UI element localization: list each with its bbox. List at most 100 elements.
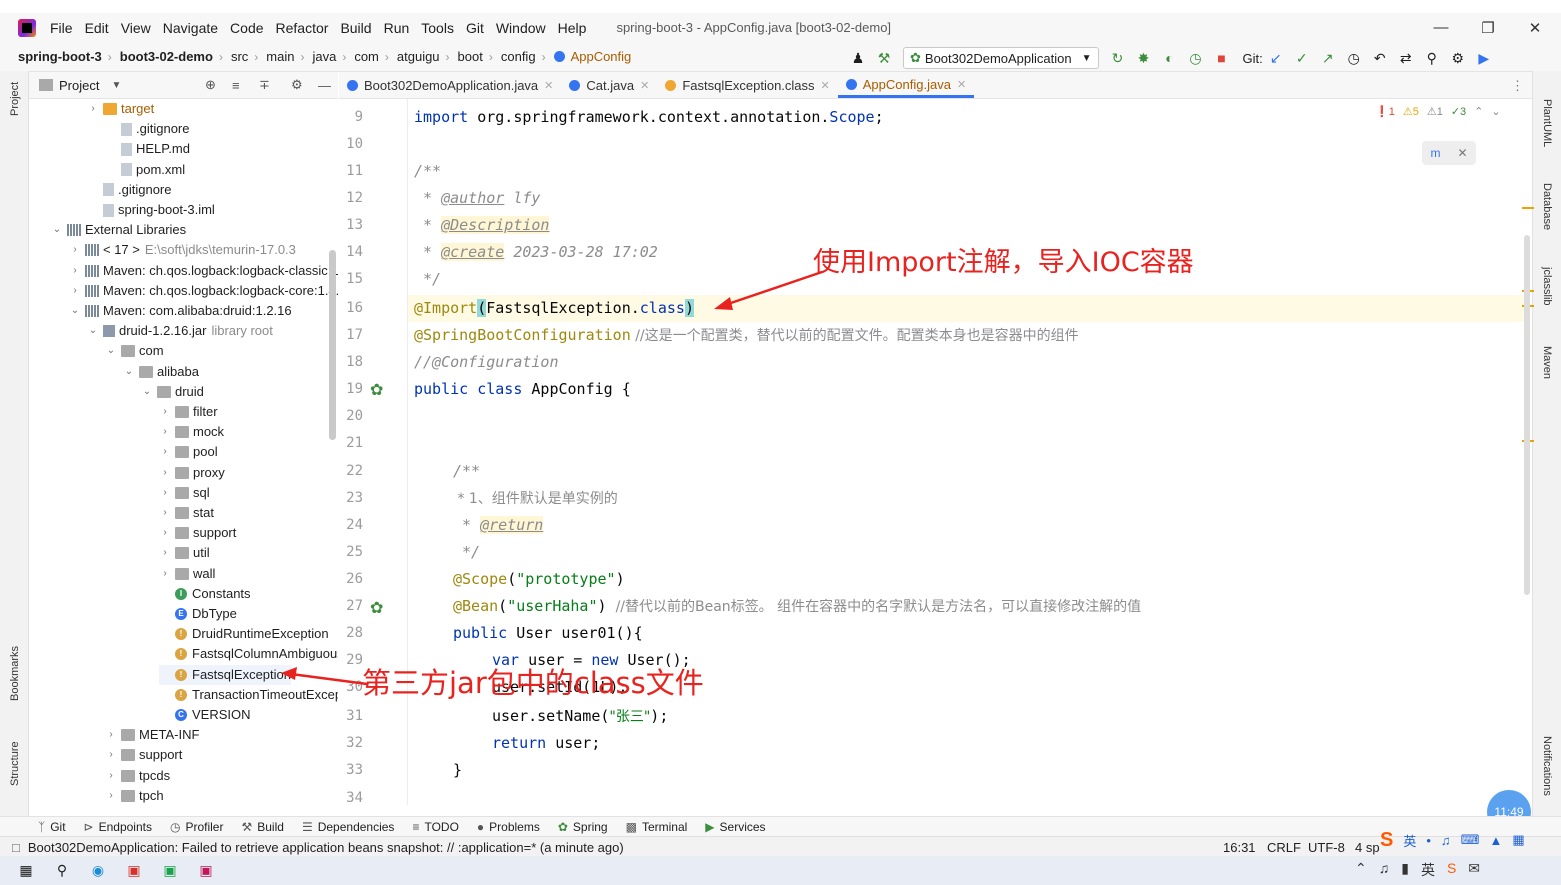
plugin-icon[interactable]: ▶	[1476, 50, 1492, 66]
skin-icon[interactable]: ▲	[1489, 833, 1502, 848]
settings-icon[interactable]: ⚙	[1450, 50, 1466, 66]
spring-bean-gutter-icon[interactable]: ✿	[370, 598, 383, 618]
endpoints-tool-button[interactable]: ⊳ Endpoints	[84, 820, 152, 834]
breadcrumb-config[interactable]: config ›	[501, 49, 546, 64]
more-tabs-icon[interactable]: ⋮	[1511, 78, 1524, 94]
chevron-right-icon[interactable]: ›	[87, 99, 99, 119]
breadcrumb-boot[interactable]: boot ›	[458, 49, 493, 64]
tree-item[interactable]: HELP.md	[105, 139, 190, 159]
close-tab-icon[interactable]: ✕	[544, 79, 553, 92]
project-tool-button[interactable]: Project	[9, 82, 21, 116]
tray-chevron-up-icon[interactable]: ⌃	[1355, 860, 1367, 880]
line-number[interactable]: 33	[339, 762, 363, 778]
search-icon[interactable]: ⚲	[52, 861, 72, 881]
grid-icon[interactable]: ▦	[1512, 832, 1524, 848]
line-number[interactable]: 11	[339, 163, 363, 179]
tree-item[interactable]: › util	[159, 543, 209, 563]
line-number[interactable]: 14	[339, 244, 363, 260]
project-panel-title[interactable]: Project	[59, 78, 99, 93]
tree-item[interactable]: › tpch	[105, 786, 163, 805]
line-number[interactable]: 24	[339, 517, 363, 533]
breadcrumb-src[interactable]: src ›	[231, 49, 258, 64]
menu-navigate[interactable]: Navigate	[163, 20, 218, 36]
breadcrumb-main[interactable]: main ›	[266, 49, 304, 64]
todo-tool-button[interactable]: ≡ TODO	[412, 820, 458, 834]
chevron-right-icon[interactable]: ›	[105, 725, 117, 745]
menu-tools[interactable]: Tools	[421, 20, 454, 36]
chevron-right-icon[interactable]: ›	[159, 543, 171, 563]
chevron-down-icon[interactable]: ⌄	[141, 382, 153, 402]
line-number[interactable]: 10	[339, 136, 363, 152]
tree-item[interactable]: .gitignore	[87, 180, 171, 200]
rollback-icon[interactable]: ↶	[1372, 50, 1388, 66]
chevron-right-icon[interactable]: ›	[69, 240, 81, 260]
restore-icon[interactable]: ❐	[1465, 13, 1511, 42]
line-number[interactable]: 27	[339, 598, 363, 614]
status-window-icon[interactable]: □	[12, 840, 20, 855]
microphone-icon[interactable]: ♫	[1441, 833, 1451, 848]
file-encoding[interactable]: UTF-8	[1308, 840, 1345, 855]
windows-start-icon[interactable]: ▦	[16, 861, 36, 881]
close-tab-icon[interactable]: ✕	[821, 79, 830, 92]
line-number[interactable]: 19	[339, 381, 363, 397]
close-tab-icon[interactable]: ✕	[640, 79, 649, 92]
tree-item[interactable]: › support	[159, 523, 236, 543]
tree-item[interactable]: ⌄ alibaba	[123, 362, 199, 382]
git-push-icon[interactable]: ↗	[1320, 50, 1336, 66]
breadcrumb-atguigu[interactable]: atguigu ›	[397, 49, 450, 64]
line-number[interactable]: 23	[339, 490, 363, 506]
intellij-taskbar-icon[interactable]: ▣	[196, 861, 216, 881]
tree-item[interactable]: ⌄ druid-1.2.16.jar library root	[87, 321, 273, 341]
tray-battery-icon[interactable]: ▮	[1401, 860, 1409, 880]
chevron-right-icon[interactable]: ›	[159, 422, 171, 442]
tree-item[interactable]: ⌄ com	[105, 341, 164, 361]
tree-item[interactable]: › META-INF	[105, 725, 199, 745]
profiler-tool-button[interactable]: ◷ Profiler	[170, 820, 224, 834]
indent-setting[interactable]: 4 sp	[1355, 840, 1380, 855]
menu-build[interactable]: Build	[340, 20, 371, 36]
stop-icon[interactable]: ■	[1214, 50, 1230, 66]
line-number[interactable]: 17	[339, 327, 363, 343]
structure-tool-button[interactable]: Structure	[9, 741, 21, 786]
tree-item[interactable]: C VERSION	[159, 705, 251, 725]
line-number[interactable]: 28	[339, 625, 363, 641]
line-number[interactable]: 16	[339, 300, 363, 316]
line-number[interactable]: 25	[339, 544, 363, 560]
dependencies-tool-button[interactable]: ☰ Dependencies	[302, 820, 395, 834]
notifications-tool-button[interactable]: Notifications	[1541, 736, 1553, 796]
tree-item[interactable]: › filter	[159, 402, 217, 422]
git-commit-icon[interactable]: ✓	[1294, 50, 1310, 66]
chevron-down-icon[interactable]: ⌄	[123, 362, 135, 382]
chevron-down-icon[interactable]: ⌄	[51, 220, 63, 240]
spring-tool-button[interactable]: ✿ Spring	[558, 820, 608, 834]
line-number[interactable]: 9	[339, 109, 363, 125]
line-number[interactable]: 12	[339, 190, 363, 206]
menu-refactor[interactable]: Refactor	[276, 20, 329, 36]
chevron-right-icon[interactable]: ›	[159, 442, 171, 462]
tree-item[interactable]: › wall	[159, 564, 215, 584]
locate-icon[interactable]: ⊕	[205, 77, 216, 93]
tray-ime-icon[interactable]: 英	[1421, 860, 1435, 880]
hide-panel-icon[interactable]: —	[318, 78, 331, 93]
services-tool-button[interactable]: ▶ Services	[705, 820, 765, 834]
tree-item[interactable]: › tpcds	[105, 766, 170, 786]
punctuation-icon[interactable]: •	[1426, 833, 1431, 848]
expand-all-icon[interactable]: ≡	[232, 78, 240, 93]
edge-browser-icon[interactable]: ◉	[88, 861, 108, 881]
tree-item[interactable]: pom.xml	[105, 160, 185, 180]
run-configuration-select[interactable]: ✿ Boot302DemoApplication ▼	[903, 47, 1099, 69]
tray-notification-icon[interactable]: ✉	[1468, 860, 1480, 880]
intellij-logo-icon[interactable]	[18, 18, 36, 37]
sogou-logo-icon[interactable]: S	[1380, 829, 1393, 852]
problems-tool-button[interactable]: ● Problems	[477, 820, 540, 834]
tree-item[interactable]: ! FastsqlException	[159, 664, 291, 685]
breadcrumb-module[interactable]: boot3-02-demo ›	[120, 49, 223, 64]
line-number[interactable]: 21	[339, 435, 363, 451]
caret-position[interactable]: 16:31	[1223, 840, 1256, 855]
chevron-down-icon[interactable]: ▼	[111, 80, 121, 91]
tree-item[interactable]: ⌄ druid	[141, 382, 204, 402]
chevron-right-icon[interactable]: ›	[105, 766, 117, 786]
line-number[interactable]: 26	[339, 571, 363, 587]
menu-window[interactable]: Window	[496, 20, 546, 36]
line-number[interactable]: 31	[339, 708, 363, 724]
